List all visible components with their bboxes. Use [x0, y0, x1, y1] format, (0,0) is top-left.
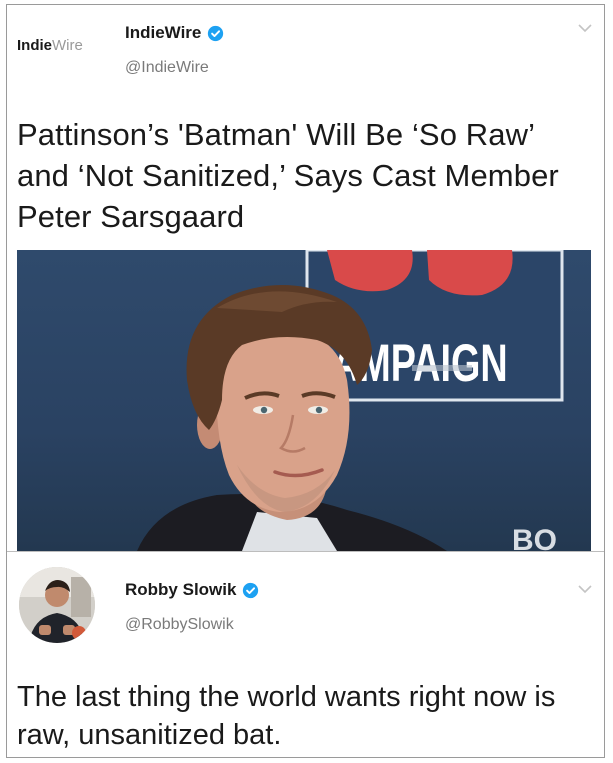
tweet-photo[interactable]: AMPAIGN BO — [17, 250, 591, 551]
chevron-down-icon[interactable] — [578, 584, 592, 594]
person-photo: AMPAIGN BO — [137, 250, 564, 551]
verified-badge-icon — [243, 582, 259, 598]
tweet-screenshot: IndieWire IndieWire @IndieWire Pattinson… — [6, 4, 605, 758]
logo-part-bold: Indie — [17, 37, 53, 54]
logo-part-light: Wire — [52, 37, 83, 54]
chevron-down-icon[interactable] — [578, 23, 592, 33]
verified-badge-icon — [208, 25, 224, 41]
backdrop-letters: BO — [512, 524, 557, 551]
indiewire-avatar-logo[interactable]: IndieWire — [17, 31, 101, 61]
author-handle[interactable]: @IndieWire — [125, 59, 209, 77]
avatar-photo-icon — [19, 567, 95, 643]
author-name[interactable]: IndieWire — [125, 23, 201, 43]
author-handle[interactable]: @RobbySlowik — [125, 616, 234, 634]
author-name[interactable]: Robby Slowik — [125, 580, 236, 600]
tweet-text: Pattinson’s 'Batman' Will Be ‘So Raw’ an… — [17, 117, 559, 234]
author-row: IndieWire — [125, 23, 224, 43]
tweet-text: The last thing the world wants right now… — [17, 681, 556, 751]
avatar[interactable] — [19, 567, 95, 643]
tweet-indiewire[interactable]: IndieWire IndieWire @IndieWire Pattinson… — [7, 5, 604, 551]
author-row: Robby Slowik — [125, 580, 259, 600]
tweet-robby-slowik[interactable]: Robby Slowik @RobbySlowik The last thing… — [7, 552, 604, 757]
